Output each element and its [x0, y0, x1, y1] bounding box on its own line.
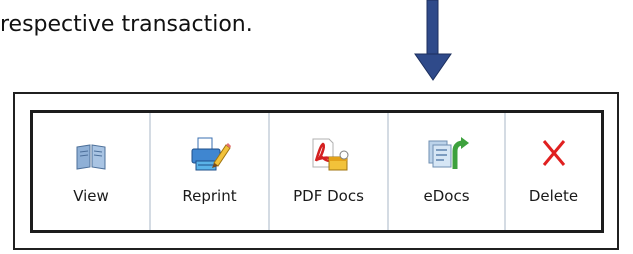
view-button-label: View	[73, 187, 109, 205]
edocs-button[interactable]: eDocs	[389, 113, 506, 230]
toolbar-frame: View Reprint PDF Docs eDocs Delete	[13, 92, 619, 250]
reprint-button[interactable]: Reprint	[151, 113, 270, 230]
printer-pencil-icon	[191, 137, 231, 171]
view-button[interactable]: View	[33, 113, 151, 230]
documents-return-arrow-icon	[428, 137, 469, 169]
edocs-button-label: eDocs	[423, 187, 470, 205]
screenshot-stage: respective transaction. View Reprint PDF…	[0, 0, 633, 254]
book-icon	[76, 144, 106, 170]
transaction-toolbar: View Reprint PDF Docs eDocs Delete	[30, 110, 604, 233]
pdf-docs-button-label: PDF Docs	[293, 187, 364, 205]
pdf-documents-icon	[312, 138, 348, 171]
reprint-button-label: Reprint	[182, 187, 237, 205]
pdf-docs-button[interactable]: PDF Docs	[270, 113, 389, 230]
red-x-icon	[542, 140, 565, 166]
delete-button[interactable]: Delete	[506, 113, 601, 230]
delete-button-label: Delete	[528, 187, 579, 205]
down-arrow-icon	[414, 0, 452, 81]
caption-text: respective transaction.	[0, 12, 253, 37]
